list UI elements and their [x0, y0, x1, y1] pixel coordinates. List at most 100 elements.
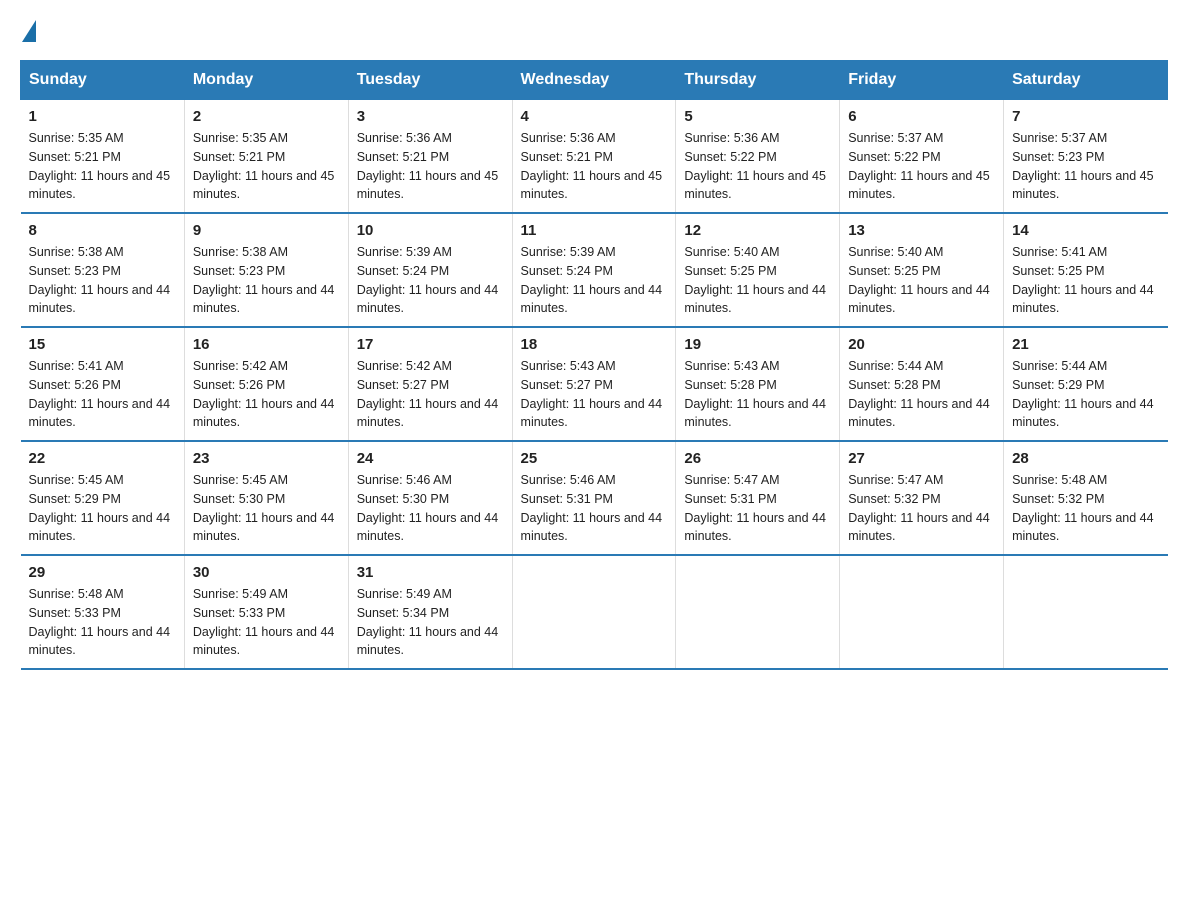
day-cell: 6 Sunrise: 5:37 AMSunset: 5:22 PMDayligh… — [840, 100, 1004, 214]
day-number: 29 — [29, 564, 176, 581]
day-number: 28 — [1012, 450, 1159, 467]
day-cell — [840, 555, 1004, 669]
day-info: Sunrise: 5:43 AMSunset: 5:28 PMDaylight:… — [684, 359, 826, 429]
day-info: Sunrise: 5:49 AMSunset: 5:34 PMDaylight:… — [357, 587, 499, 657]
day-number: 13 — [848, 222, 995, 239]
day-number: 21 — [1012, 336, 1159, 353]
day-number: 18 — [521, 336, 668, 353]
header-cell-sunday: Sunday — [21, 61, 185, 100]
day-cell: 5 Sunrise: 5:36 AMSunset: 5:22 PMDayligh… — [676, 100, 840, 214]
day-number: 16 — [193, 336, 340, 353]
header-cell-monday: Monday — [184, 61, 348, 100]
day-cell — [1004, 555, 1168, 669]
day-cell: 10 Sunrise: 5:39 AMSunset: 5:24 PMDaylig… — [348, 213, 512, 327]
day-info: Sunrise: 5:36 AMSunset: 5:22 PMDaylight:… — [684, 131, 826, 201]
day-number: 4 — [521, 108, 668, 125]
day-number: 3 — [357, 108, 504, 125]
day-number: 2 — [193, 108, 340, 125]
page-header — [20, 20, 1168, 40]
week-row-3: 15 Sunrise: 5:41 AMSunset: 5:26 PMDaylig… — [21, 327, 1168, 441]
week-row-5: 29 Sunrise: 5:48 AMSunset: 5:33 PMDaylig… — [21, 555, 1168, 669]
header-cell-tuesday: Tuesday — [348, 61, 512, 100]
day-cell: 30 Sunrise: 5:49 AMSunset: 5:33 PMDaylig… — [184, 555, 348, 669]
day-number: 24 — [357, 450, 504, 467]
day-number: 20 — [848, 336, 995, 353]
day-number: 26 — [684, 450, 831, 467]
day-info: Sunrise: 5:38 AMSunset: 5:23 PMDaylight:… — [29, 245, 171, 315]
header-row: SundayMondayTuesdayWednesdayThursdayFrid… — [21, 61, 1168, 100]
day-info: Sunrise: 5:35 AMSunset: 5:21 PMDaylight:… — [29, 131, 171, 201]
day-cell: 29 Sunrise: 5:48 AMSunset: 5:33 PMDaylig… — [21, 555, 185, 669]
logo-block — [20, 20, 36, 40]
day-info: Sunrise: 5:39 AMSunset: 5:24 PMDaylight:… — [521, 245, 663, 315]
logo — [20, 20, 36, 40]
day-info: Sunrise: 5:47 AMSunset: 5:32 PMDaylight:… — [848, 473, 990, 543]
day-cell: 18 Sunrise: 5:43 AMSunset: 5:27 PMDaylig… — [512, 327, 676, 441]
day-number: 6 — [848, 108, 995, 125]
week-row-1: 1 Sunrise: 5:35 AMSunset: 5:21 PMDayligh… — [21, 100, 1168, 214]
day-number: 23 — [193, 450, 340, 467]
day-info: Sunrise: 5:41 AMSunset: 5:25 PMDaylight:… — [1012, 245, 1154, 315]
day-info: Sunrise: 5:39 AMSunset: 5:24 PMDaylight:… — [357, 245, 499, 315]
day-info: Sunrise: 5:42 AMSunset: 5:27 PMDaylight:… — [357, 359, 499, 429]
day-info: Sunrise: 5:44 AMSunset: 5:28 PMDaylight:… — [848, 359, 990, 429]
day-info: Sunrise: 5:46 AMSunset: 5:30 PMDaylight:… — [357, 473, 499, 543]
day-number: 11 — [521, 222, 668, 239]
day-number: 12 — [684, 222, 831, 239]
day-cell: 24 Sunrise: 5:46 AMSunset: 5:30 PMDaylig… — [348, 441, 512, 555]
day-info: Sunrise: 5:35 AMSunset: 5:21 PMDaylight:… — [193, 131, 335, 201]
day-info: Sunrise: 5:40 AMSunset: 5:25 PMDaylight:… — [684, 245, 826, 315]
day-cell: 23 Sunrise: 5:45 AMSunset: 5:30 PMDaylig… — [184, 441, 348, 555]
logo-triangle-icon — [22, 20, 36, 42]
day-cell: 15 Sunrise: 5:41 AMSunset: 5:26 PMDaylig… — [21, 327, 185, 441]
day-info: Sunrise: 5:45 AMSunset: 5:29 PMDaylight:… — [29, 473, 171, 543]
day-cell: 11 Sunrise: 5:39 AMSunset: 5:24 PMDaylig… — [512, 213, 676, 327]
day-info: Sunrise: 5:48 AMSunset: 5:32 PMDaylight:… — [1012, 473, 1154, 543]
day-info: Sunrise: 5:43 AMSunset: 5:27 PMDaylight:… — [521, 359, 663, 429]
day-number: 31 — [357, 564, 504, 581]
day-cell: 21 Sunrise: 5:44 AMSunset: 5:29 PMDaylig… — [1004, 327, 1168, 441]
day-cell: 4 Sunrise: 5:36 AMSunset: 5:21 PMDayligh… — [512, 100, 676, 214]
day-cell: 9 Sunrise: 5:38 AMSunset: 5:23 PMDayligh… — [184, 213, 348, 327]
day-number: 1 — [29, 108, 176, 125]
day-cell: 13 Sunrise: 5:40 AMSunset: 5:25 PMDaylig… — [840, 213, 1004, 327]
day-number: 14 — [1012, 222, 1159, 239]
day-info: Sunrise: 5:48 AMSunset: 5:33 PMDaylight:… — [29, 587, 171, 657]
day-number: 9 — [193, 222, 340, 239]
day-info: Sunrise: 5:36 AMSunset: 5:21 PMDaylight:… — [521, 131, 663, 201]
day-cell — [676, 555, 840, 669]
day-cell: 14 Sunrise: 5:41 AMSunset: 5:25 PMDaylig… — [1004, 213, 1168, 327]
day-number: 25 — [521, 450, 668, 467]
day-number: 15 — [29, 336, 176, 353]
calendar-table: SundayMondayTuesdayWednesdayThursdayFrid… — [20, 60, 1168, 670]
day-info: Sunrise: 5:37 AMSunset: 5:23 PMDaylight:… — [1012, 131, 1154, 201]
day-number: 7 — [1012, 108, 1159, 125]
day-cell: 19 Sunrise: 5:43 AMSunset: 5:28 PMDaylig… — [676, 327, 840, 441]
week-row-4: 22 Sunrise: 5:45 AMSunset: 5:29 PMDaylig… — [21, 441, 1168, 555]
day-info: Sunrise: 5:37 AMSunset: 5:22 PMDaylight:… — [848, 131, 990, 201]
day-cell: 12 Sunrise: 5:40 AMSunset: 5:25 PMDaylig… — [676, 213, 840, 327]
calendar-header: SundayMondayTuesdayWednesdayThursdayFrid… — [21, 61, 1168, 100]
header-cell-wednesday: Wednesday — [512, 61, 676, 100]
day-cell: 7 Sunrise: 5:37 AMSunset: 5:23 PMDayligh… — [1004, 100, 1168, 214]
day-cell: 25 Sunrise: 5:46 AMSunset: 5:31 PMDaylig… — [512, 441, 676, 555]
day-cell: 2 Sunrise: 5:35 AMSunset: 5:21 PMDayligh… — [184, 100, 348, 214]
day-cell: 22 Sunrise: 5:45 AMSunset: 5:29 PMDaylig… — [21, 441, 185, 555]
day-cell: 8 Sunrise: 5:38 AMSunset: 5:23 PMDayligh… — [21, 213, 185, 327]
day-cell: 31 Sunrise: 5:49 AMSunset: 5:34 PMDaylig… — [348, 555, 512, 669]
day-number: 19 — [684, 336, 831, 353]
day-info: Sunrise: 5:46 AMSunset: 5:31 PMDaylight:… — [521, 473, 663, 543]
day-info: Sunrise: 5:40 AMSunset: 5:25 PMDaylight:… — [848, 245, 990, 315]
day-cell: 16 Sunrise: 5:42 AMSunset: 5:26 PMDaylig… — [184, 327, 348, 441]
day-number: 22 — [29, 450, 176, 467]
day-info: Sunrise: 5:36 AMSunset: 5:21 PMDaylight:… — [357, 131, 499, 201]
day-cell: 1 Sunrise: 5:35 AMSunset: 5:21 PMDayligh… — [21, 100, 185, 214]
day-number: 27 — [848, 450, 995, 467]
day-number: 5 — [684, 108, 831, 125]
day-cell: 28 Sunrise: 5:48 AMSunset: 5:32 PMDaylig… — [1004, 441, 1168, 555]
header-cell-friday: Friday — [840, 61, 1004, 100]
day-info: Sunrise: 5:38 AMSunset: 5:23 PMDaylight:… — [193, 245, 335, 315]
header-cell-thursday: Thursday — [676, 61, 840, 100]
day-cell: 27 Sunrise: 5:47 AMSunset: 5:32 PMDaylig… — [840, 441, 1004, 555]
day-info: Sunrise: 5:45 AMSunset: 5:30 PMDaylight:… — [193, 473, 335, 543]
